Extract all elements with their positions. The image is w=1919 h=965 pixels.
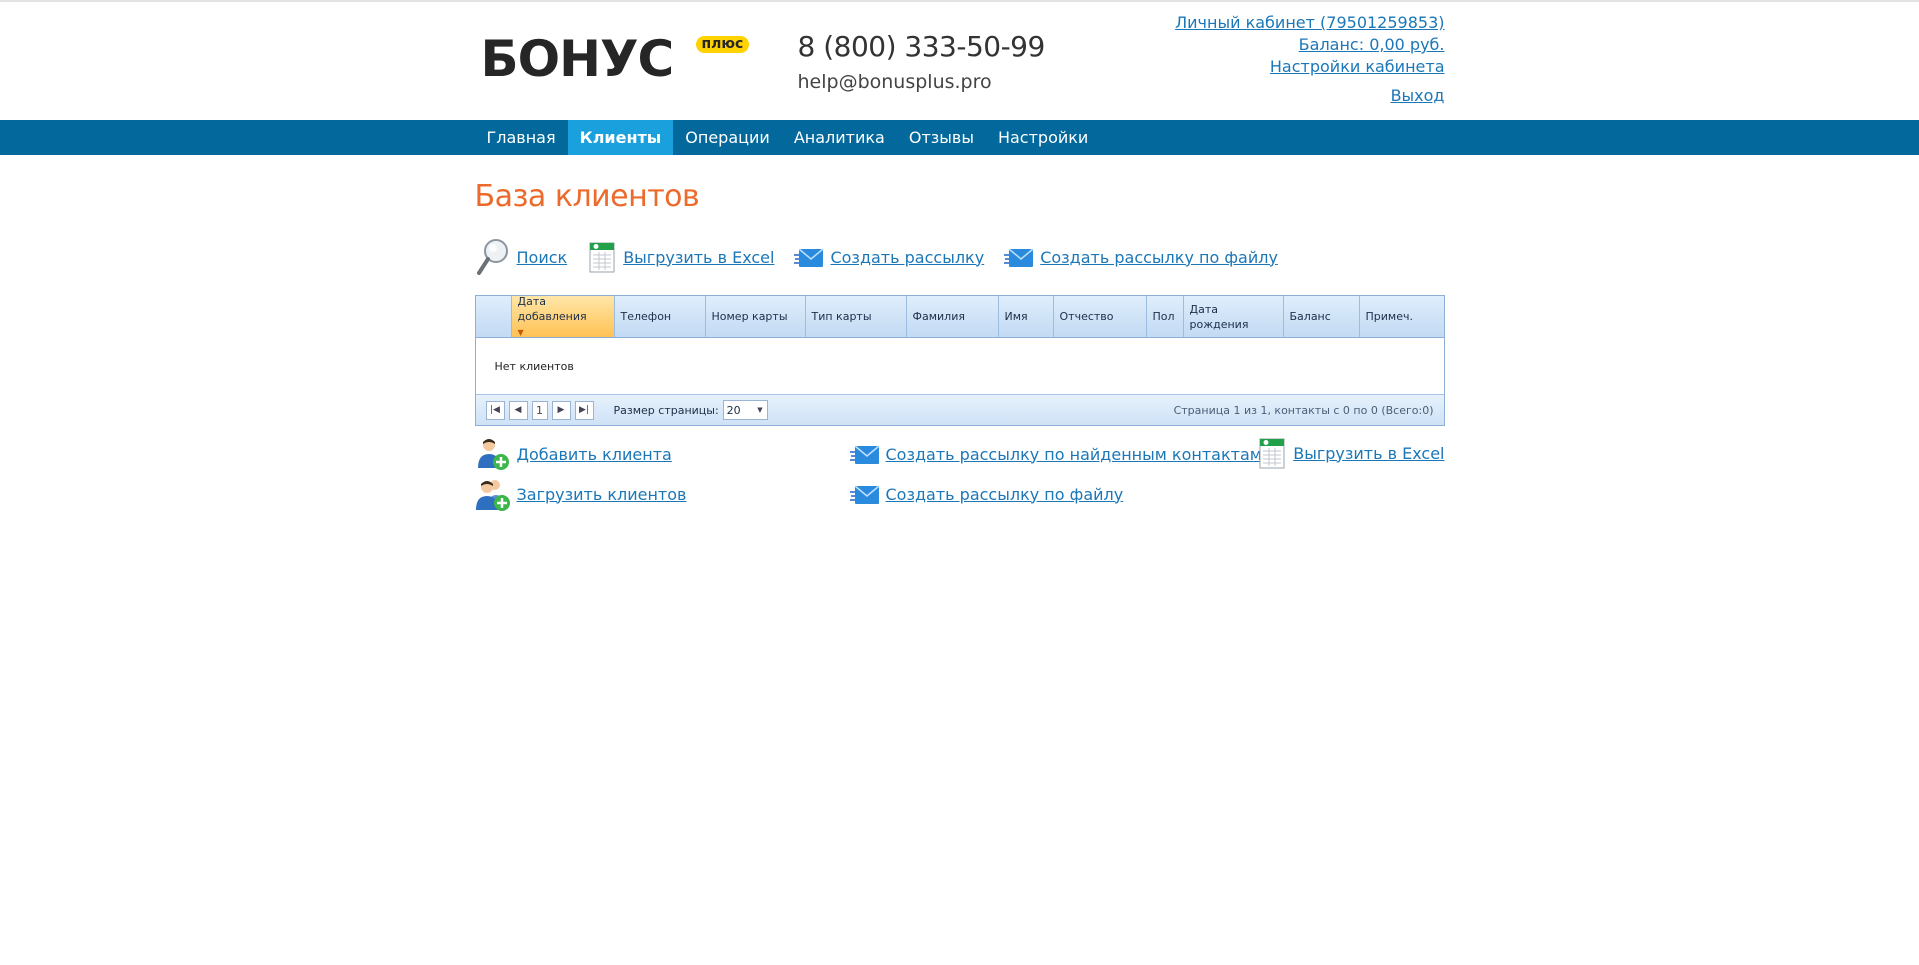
next-page-button[interactable]: ▶ xyxy=(551,400,571,420)
column-header-first-name[interactable]: Имя xyxy=(999,296,1054,337)
envelope-icon xyxy=(794,248,824,267)
toolbar: Поиск Выгрузить в Excel Создать рассылку… xyxy=(475,237,1445,277)
main-nav: Главная Клиенты Операции Аналитика Отзыв… xyxy=(475,120,1445,155)
last-page-icon: ▶| xyxy=(579,405,589,415)
account-settings-link[interactable]: Настройки кабинета xyxy=(1270,57,1445,76)
column-header-gender[interactable]: Пол xyxy=(1147,296,1184,337)
account-link[interactable]: Личный кабинет (79501259853) xyxy=(1175,13,1444,32)
column-header-card-type[interactable]: Тип карты xyxy=(806,296,907,337)
page-size-value: 20 xyxy=(726,403,741,417)
mailing-found-link[interactable]: Создать рассылку по найденным контактам xyxy=(886,445,1262,464)
envelope-icon xyxy=(1004,248,1034,267)
first-page-button[interactable]: |◀ xyxy=(485,400,505,420)
nav-item-reviews[interactable]: Отзывы xyxy=(897,120,986,155)
upload-clients-link[interactable]: Загрузить клиентов xyxy=(517,485,687,504)
bottom-actions: Добавить клиента Загрузить клиентов Созд… xyxy=(475,436,1445,526)
prev-page-button[interactable]: ◀ xyxy=(508,400,528,420)
nav-bar: Главная Клиенты Операции Аналитика Отзыв… xyxy=(0,120,1919,155)
export-excel-link[interactable]: Выгрузить в Excel xyxy=(623,248,774,267)
select-column-header[interactable] xyxy=(476,296,512,337)
balance-link[interactable]: Баланс: 0,00 руб. xyxy=(1299,35,1445,54)
column-header-birth-date[interactable]: Дата рождения xyxy=(1184,296,1284,337)
mailing-found-action[interactable]: Создать рассылку по найденным контактам xyxy=(849,442,1262,466)
create-mailing-action[interactable]: Создать рассылку xyxy=(794,245,984,269)
upload-users-icon xyxy=(475,480,510,511)
grid-header: Дата добавления ▼ Телефон Номер карты Ти… xyxy=(475,294,1444,338)
logo[interactable]: БОНУС плюс xyxy=(481,32,757,92)
page-number-input[interactable]: 1 xyxy=(531,400,548,420)
page-title: База клиентов xyxy=(474,179,700,214)
export-excel-bottom-action[interactable]: Выгрузить в Excel xyxy=(1257,436,1445,470)
page-size-select[interactable]: 20 ▼ xyxy=(722,400,768,420)
nav-item-clients[interactable]: Клиенты xyxy=(567,120,674,155)
grid-body: Нет клиентов xyxy=(475,338,1444,394)
envelope-icon xyxy=(849,485,879,504)
column-header-card-number[interactable]: Номер карты xyxy=(706,296,806,337)
logo-text: БОНУС xyxy=(480,30,675,88)
nav-item-home[interactable]: Главная xyxy=(475,120,568,155)
column-header-label: Дата добавления ▼ xyxy=(517,294,587,337)
last-page-button[interactable]: ▶| xyxy=(574,400,594,420)
column-header-balance[interactable]: Баланс xyxy=(1284,296,1360,337)
main-content: База клиентов Поиск Выгрузить в Excel Со… xyxy=(474,179,1445,526)
nav-item-settings[interactable]: Настройки xyxy=(986,120,1100,155)
first-page-icon: |◀ xyxy=(490,405,500,415)
column-header-notes[interactable]: Примеч. xyxy=(1360,296,1444,337)
nav-item-operations[interactable]: Операции xyxy=(673,120,782,155)
export-excel-action[interactable]: Выгрузить в Excel xyxy=(587,240,774,274)
excel-icon xyxy=(1259,438,1285,469)
export-excel-bottom-link[interactable]: Выгрузить в Excel xyxy=(1293,444,1444,463)
magnifier-icon xyxy=(476,239,508,275)
add-user-icon xyxy=(477,439,509,470)
empty-message: Нет клиентов xyxy=(494,360,574,373)
upload-clients-action[interactable]: Загрузить клиентов xyxy=(475,476,687,512)
add-client-link[interactable]: Добавить клиента xyxy=(517,445,672,464)
current-page: 1 xyxy=(536,403,543,417)
column-header-phone[interactable]: Телефон xyxy=(615,296,706,337)
column-header-date-added[interactable]: Дата добавления ▼ xyxy=(511,294,615,337)
chevron-down-icon: ▼ xyxy=(757,406,763,414)
mailing-file-action[interactable]: Создать рассылку по файлу xyxy=(849,482,1124,506)
header: БОНУС плюс 8 (800) 333-50-99 help@bonusp… xyxy=(475,2,1445,120)
nav-item-analytics[interactable]: Аналитика xyxy=(782,120,897,155)
page-size-label: Размер страницы: xyxy=(613,403,719,417)
logo-badge: плюс xyxy=(695,36,750,53)
envelope-icon xyxy=(849,445,879,464)
contacts: 8 (800) 333-50-99 help@bonusplus.pro xyxy=(797,30,1046,94)
excel-icon xyxy=(589,242,615,273)
prev-page-icon: ◀ xyxy=(514,405,522,415)
support-email: help@bonusplus.pro xyxy=(797,71,992,93)
create-mailing-file-action[interactable]: Создать рассылку по файлу xyxy=(1004,245,1278,269)
add-client-action[interactable]: Добавить клиента xyxy=(475,436,672,472)
mailing-file-link[interactable]: Создать рассылку по файлу xyxy=(886,485,1124,504)
create-mailing-file-link[interactable]: Создать рассылку по файлу xyxy=(1040,248,1278,267)
account-links: Личный кабинет (79501259853) Баланс: 0,0… xyxy=(1175,12,1444,107)
column-header-last-name[interactable]: Фамилия xyxy=(907,296,999,337)
search-link[interactable]: Поиск xyxy=(517,248,568,267)
create-mailing-link[interactable]: Создать рассылку xyxy=(830,248,984,267)
logout-link[interactable]: Выход xyxy=(1391,85,1445,107)
search-action[interactable]: Поиск xyxy=(475,237,568,277)
phone-number: 8 (800) 333-50-99 xyxy=(797,30,1046,63)
grid-pager: |◀ ◀ 1 ▶ ▶| Размер страницы: 20 ▼ Страни… xyxy=(475,394,1444,425)
clients-grid: Дата добавления ▼ Телефон Номер карты Ти… xyxy=(474,294,1445,426)
sort-desc-icon: ▼ xyxy=(517,327,524,337)
pager-info: Страница 1 из 1, контакты с 0 по 0 (Всег… xyxy=(1173,404,1434,417)
column-header-patronymic[interactable]: Отчество xyxy=(1054,296,1147,337)
next-page-icon: ▶ xyxy=(557,405,565,415)
